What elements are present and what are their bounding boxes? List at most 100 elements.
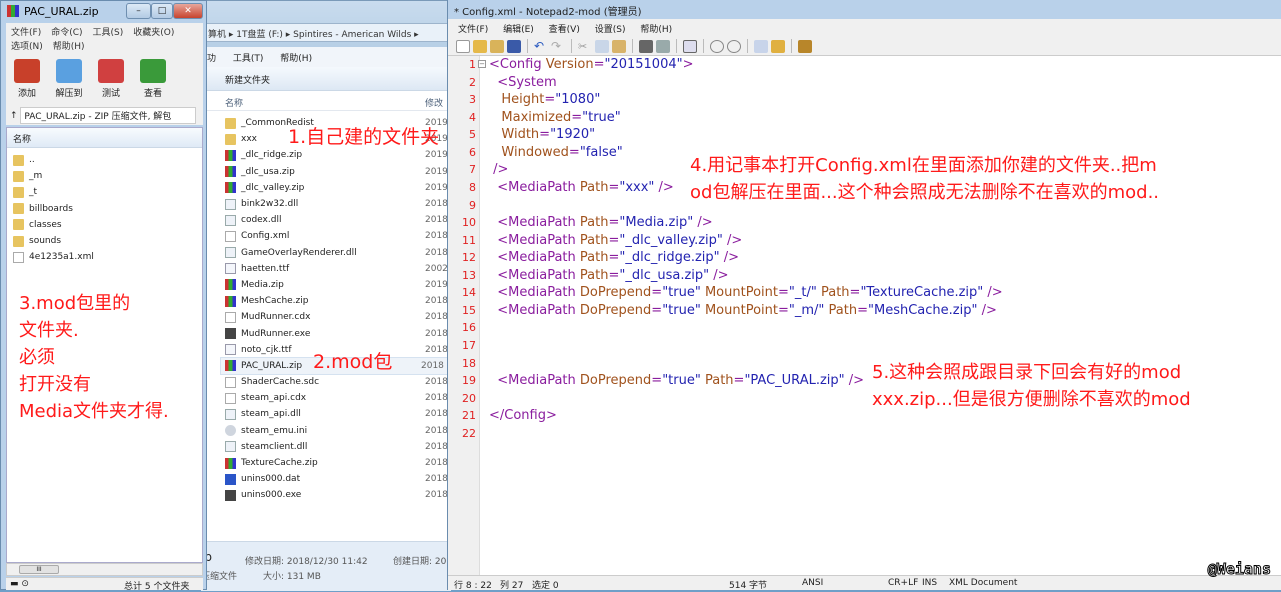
scrollbar-thumb[interactable]: III — [19, 565, 59, 574]
copy-icon[interactable] — [595, 39, 609, 53]
menu-favorites[interactable]: 收藏夹(O) — [133, 28, 174, 38]
file-row[interactable]: TextureCache.zip 2018 — [225, 455, 451, 471]
toolbar-label: 测试 — [101, 89, 120, 99]
file-row[interactable]: Media.zip 2019 — [225, 277, 451, 293]
file-row[interactable]: GameOverlayRenderer.dll 2018 — [225, 245, 451, 261]
file-row[interactable]: _dlc_ridge.zip 2019 — [225, 147, 451, 163]
file-row[interactable]: ShaderCache.sdc 2018 — [225, 374, 451, 390]
archive-row[interactable]: .. — [13, 152, 196, 168]
cut-icon[interactable]: ✂ — [578, 40, 592, 53]
breadcrumb-item[interactable]: Spintires - American Wilds — [293, 30, 411, 40]
dll-icon — [225, 198, 236, 210]
toolbar-button[interactable]: 添加 — [12, 59, 42, 99]
up-arrow-icon[interactable]: ↑ — [10, 111, 18, 121]
file-row[interactable]: haetten.ttf 2002 — [225, 261, 451, 277]
xml-tag: = — [571, 109, 583, 125]
word-wrap-icon[interactable] — [683, 39, 697, 53]
code-line[interactable]: 10 <MediaPath Path="Media.zip" /> — [448, 214, 1281, 232]
scheme-icon[interactable] — [754, 39, 768, 53]
file-row[interactable]: unins000.exe 2018 — [225, 487, 451, 503]
code-line[interactable]: 13 <MediaPath Path="_dlc_usa.zip" /> — [448, 267, 1281, 285]
save-icon[interactable] — [507, 39, 521, 53]
menu-options[interactable]: 选项(N) — [11, 42, 43, 52]
browse-icon[interactable] — [490, 39, 504, 53]
code-line[interactable]: 11 <MediaPath Path="_dlc_valley.zip" /> — [448, 232, 1281, 250]
menu-tools[interactable]: 工具(T) — [233, 54, 264, 64]
paste-icon[interactable] — [612, 39, 626, 53]
code-line[interactable]: 3 Height="1080" — [448, 91, 1281, 109]
menu-help[interactable]: 帮助(H) — [640, 25, 672, 35]
file-row[interactable]: MudRunner.cdx 2018 — [225, 309, 451, 325]
menu-file[interactable]: 文件(F) — [11, 28, 41, 38]
archive-row[interactable]: _t — [13, 184, 196, 200]
zoom-out-icon[interactable] — [727, 39, 741, 53]
redo-icon[interactable]: ↷ — [551, 40, 565, 53]
file-row[interactable]: codex.dll 2018 — [225, 212, 451, 228]
replace-icon[interactable] — [656, 39, 670, 53]
path-dropdown[interactable]: PAC_URAL.zip - ZIP 压缩文件, 解包 — [20, 107, 197, 124]
menu-commands[interactable]: 命令(C) — [51, 28, 82, 38]
archive-row[interactable]: 4e1235a1.xml — [13, 249, 196, 265]
horizontal-scrollbar[interactable]: III — [6, 563, 203, 576]
file-row[interactable]: MudRunner.exe 2018 — [225, 325, 451, 341]
code-line[interactable]: 15 <MediaPath DoPrepend="true" MountPoin… — [448, 302, 1281, 320]
undo-icon[interactable]: ↶ — [534, 40, 548, 53]
code-line[interactable]: 2 <System — [448, 74, 1281, 92]
toolbar-button[interactable]: 解压到 — [54, 59, 84, 99]
zoom-in-icon[interactable] — [710, 39, 724, 53]
menu-item[interactable]: 功 — [207, 54, 216, 64]
column-name[interactable]: 名称 — [7, 128, 202, 148]
archive-row[interactable]: billboards — [13, 201, 196, 217]
find-icon[interactable] — [639, 39, 653, 53]
toolbar-label: 添加 — [17, 89, 36, 99]
file-row[interactable]: steam_api.cdx 2018 — [225, 390, 451, 406]
new-icon[interactable] — [456, 39, 470, 53]
xml-tag: = — [539, 127, 551, 143]
archive-row[interactable]: classes — [13, 217, 196, 233]
file-name: bink2w32.dll — [241, 199, 299, 210]
menu-tools[interactable]: 工具(S) — [93, 28, 124, 38]
menu-edit[interactable]: 编辑(E) — [503, 25, 534, 35]
menu-help[interactable]: 帮助(H) — [53, 42, 85, 52]
code-line[interactable]: 17 — [448, 337, 1281, 355]
breadcrumb-item[interactable]: 1T盘蓝 (F:) — [236, 30, 283, 40]
line-number: 2 — [469, 75, 476, 89]
open-icon[interactable] — [473, 39, 487, 53]
code-line[interactable]: 16 — [448, 319, 1281, 337]
breadcrumb-item[interactable]: 算机 — [208, 30, 226, 40]
code-line[interactable]: 1− <Config Version="20151004"> — [448, 56, 1281, 74]
code-line[interactable]: 4 Maximized="true" — [448, 109, 1281, 127]
code-line[interactable]: 22 — [448, 425, 1281, 443]
address-bar[interactable]: 算机 ▸ 1T盘蓝 (F:) ▸ Spintires - American Wi… — [201, 23, 451, 42]
archive-row[interactable]: sounds — [13, 233, 196, 249]
code-line[interactable]: 5 Width="1920" — [448, 126, 1281, 144]
toolbar-button[interactable]: 查看 — [138, 59, 168, 99]
toolbar-button[interactable]: 测试 — [96, 59, 126, 99]
file-row[interactable]: steamclient.dll 2018 — [225, 439, 451, 455]
column-modified[interactable]: 修改 — [425, 96, 443, 109]
file-row[interactable]: bink2w32.dll 2018 — [225, 196, 451, 212]
file-row[interactable]: steam_api.dll 2018 — [225, 406, 451, 422]
code-line[interactable]: 14 <MediaPath DoPrepend="true" MountPoin… — [448, 284, 1281, 302]
file-row[interactable]: steam_emu.ini 2018 — [225, 423, 451, 439]
maximize-button[interactable]: □ — [151, 3, 173, 19]
file-row[interactable]: MeshCache.zip 2018 — [225, 293, 451, 309]
line-number: 12 — [462, 251, 476, 265]
file-row[interactable]: _dlc_valley.zip 2019 — [225, 180, 451, 196]
menu-file[interactable]: 文件(F) — [458, 25, 488, 35]
new-folder-button[interactable]: 新建文件夹 — [225, 76, 270, 86]
minimize-button[interactable]: – — [126, 3, 151, 19]
close-button[interactable]: ✕ — [173, 3, 203, 19]
file-row[interactable]: unins000.dat 2018 — [225, 471, 451, 487]
column-name[interactable]: 名称 — [225, 99, 243, 109]
menu-settings[interactable]: 设置(S) — [595, 25, 626, 35]
code-line[interactable]: 12 <MediaPath Path="_dlc_ridge.zip" /> — [448, 249, 1281, 267]
customize-icon[interactable] — [771, 39, 785, 53]
file-row[interactable]: _dlc_usa.zip 2019 — [225, 164, 451, 180]
menu-help[interactable]: 帮助(H) — [280, 54, 312, 64]
archive-row[interactable]: _m — [13, 168, 196, 184]
file-row[interactable]: Config.xml 2018 — [225, 228, 451, 244]
fold-toggle-icon[interactable]: − — [478, 60, 486, 68]
menu-view[interactable]: 查看(V) — [549, 25, 580, 35]
exit-icon[interactable] — [798, 39, 812, 53]
